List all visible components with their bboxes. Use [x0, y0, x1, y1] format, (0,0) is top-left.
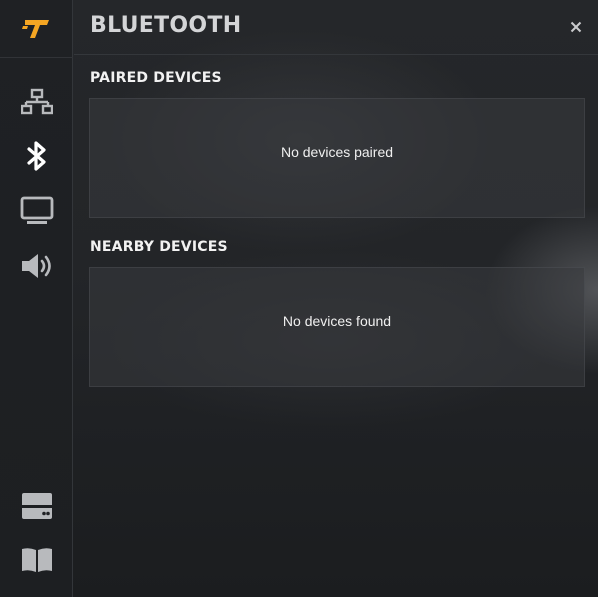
close-icon	[570, 21, 582, 33]
sidebar-item-sound[interactable]	[0, 242, 73, 290]
sidebar-item-display[interactable]	[0, 187, 73, 235]
paired-devices-list: No devices paired	[89, 98, 585, 218]
book-icon	[21, 548, 52, 572]
app-logo[interactable]	[0, 0, 73, 58]
paired-empty-message: No devices paired	[280, 144, 394, 160]
storage-icon	[21, 493, 52, 519]
sidebar	[0, 0, 73, 597]
nearby-devices-heading: NEARBY DEVICES	[90, 239, 228, 255]
close-button[interactable]	[566, 17, 586, 37]
bluetooth-settings-window: BLUETOOTH PAIRED DEVICES No devices pair…	[0, 0, 598, 597]
speaker-icon	[21, 254, 51, 278]
sidebar-item-storage[interactable]	[0, 482, 73, 530]
sidebar-item-network[interactable]	[0, 78, 73, 126]
nearby-empty-message: No devices found	[282, 313, 392, 329]
header: BLUETOOTH	[74, 0, 598, 55]
bluetooth-icon	[26, 141, 46, 171]
network-icon	[20, 88, 53, 115]
page-title: BLUETOOTH	[90, 13, 242, 38]
logo-icon	[21, 19, 49, 38]
paired-devices-heading: PAIRED DEVICES	[90, 70, 222, 86]
sidebar-item-manual[interactable]	[0, 536, 73, 584]
nearby-devices-list: No devices found	[89, 267, 585, 387]
monitor-icon	[20, 196, 53, 224]
sidebar-item-bluetooth[interactable]	[0, 132, 73, 180]
